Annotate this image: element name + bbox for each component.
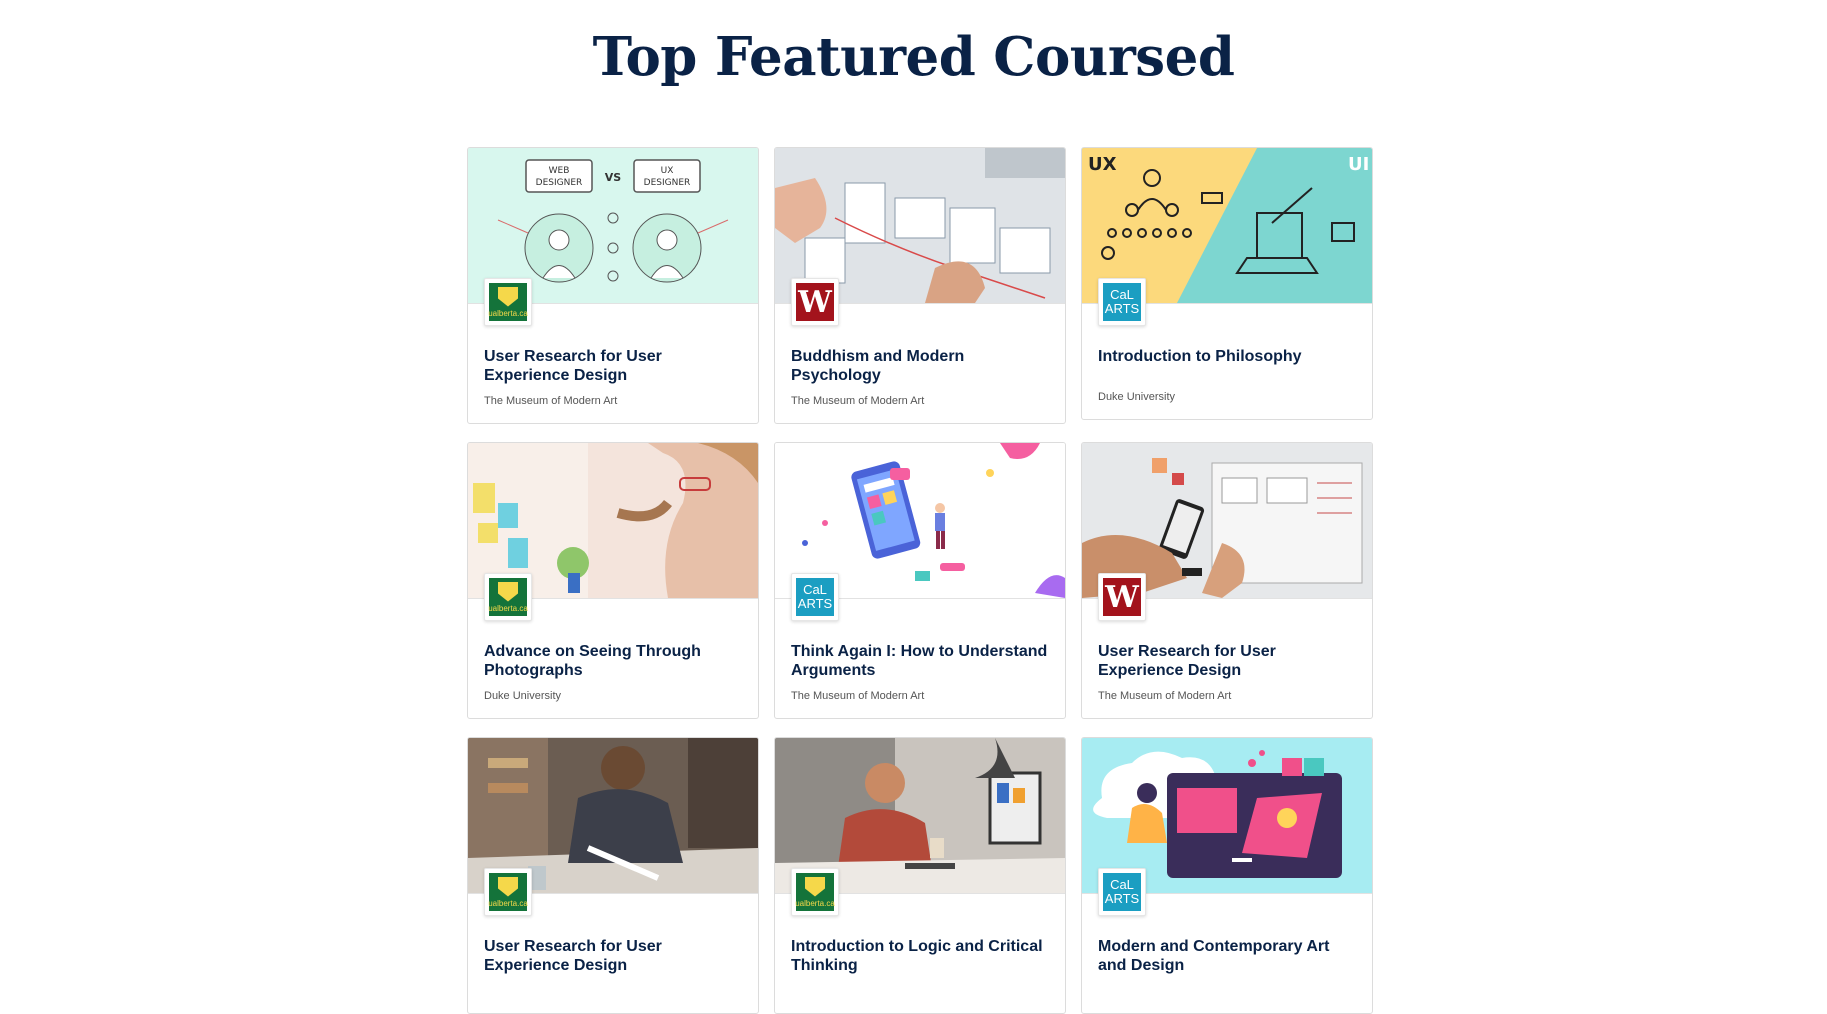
course-card[interactable]: ualberta.ca Advance on Seeing Through Ph… xyxy=(467,442,759,719)
svg-text:WEB: WEB xyxy=(549,166,570,176)
svg-text:UX: UX xyxy=(1088,154,1117,175)
svg-text:UX: UX xyxy=(661,166,674,176)
course-provider: The Museum of Modern Art xyxy=(791,395,925,407)
course-provider: The Museum of Modern Art xyxy=(1098,690,1232,702)
course-title[interactable]: User Research for User Experience Design xyxy=(484,937,746,975)
course-grid: WEB DESIGNER VS UX DESIGNER ualberta.ca xyxy=(467,147,1373,1014)
ualberta-logo: ualberta.ca xyxy=(484,573,532,621)
svg-text:DESIGNER: DESIGNER xyxy=(536,178,583,188)
ualberta-logo: ualberta.ca xyxy=(484,278,532,326)
svg-text:VS: VS xyxy=(605,171,622,184)
course-card[interactable]: ualberta.ca User Research for User Exper… xyxy=(467,737,759,1014)
course-title[interactable]: User Research for User Experience Design xyxy=(484,347,746,385)
wesleyan-logo: W xyxy=(1098,573,1146,621)
course-card[interactable]: CaL ARTS Think Again I: How to Understan… xyxy=(774,442,1066,719)
course-provider: The Museum of Modern Art xyxy=(791,690,925,702)
course-title[interactable]: User Research for User Experience Design xyxy=(1098,642,1360,680)
svg-text:UI: UI xyxy=(1348,154,1369,175)
course-title[interactable]: Advance on Seeing Through Photographs xyxy=(484,642,746,680)
course-card[interactable]: W Buddhism and Modern Psychology The Mus… xyxy=(774,147,1066,424)
calarts-logo: CaL ARTS xyxy=(1098,868,1146,916)
page-title: Top Featured Coursed xyxy=(592,26,1235,88)
calarts-logo: CaL ARTS xyxy=(791,573,839,621)
course-card[interactable]: UX UI CaL ARTS Introduction to Philosoph… xyxy=(1081,147,1373,420)
course-title[interactable]: Think Again I: How to Understand Argumen… xyxy=(791,642,1053,680)
course-provider: Duke University xyxy=(484,690,562,702)
course-card[interactable]: WEB DESIGNER VS UX DESIGNER ualberta.ca xyxy=(467,147,759,424)
course-title[interactable]: Introduction to Logic and Critical Think… xyxy=(791,937,1053,975)
course-title[interactable]: Introduction to Philosophy xyxy=(1098,347,1360,366)
calarts-logo: CaL ARTS xyxy=(1098,278,1146,326)
ualberta-logo: ualberta.ca xyxy=(791,868,839,916)
ualberta-logo: ualberta.ca xyxy=(484,868,532,916)
course-card[interactable]: ualberta.ca Introduction to Logic and Cr… xyxy=(774,737,1066,1014)
course-card[interactable]: W User Research for User Experience Desi… xyxy=(1081,442,1373,719)
course-provider: Duke University xyxy=(1098,391,1176,403)
course-provider: The Museum of Modern Art xyxy=(484,395,618,407)
svg-text:DESIGNER: DESIGNER xyxy=(644,178,691,188)
course-title[interactable]: Buddhism and Modern Psychology xyxy=(791,347,1053,385)
wesleyan-logo: W xyxy=(791,278,839,326)
course-title[interactable]: Modern and Contemporary Art and Design xyxy=(1098,937,1360,975)
course-card[interactable]: CaL ARTS Modern and Contemporary Art and… xyxy=(1081,737,1373,1014)
